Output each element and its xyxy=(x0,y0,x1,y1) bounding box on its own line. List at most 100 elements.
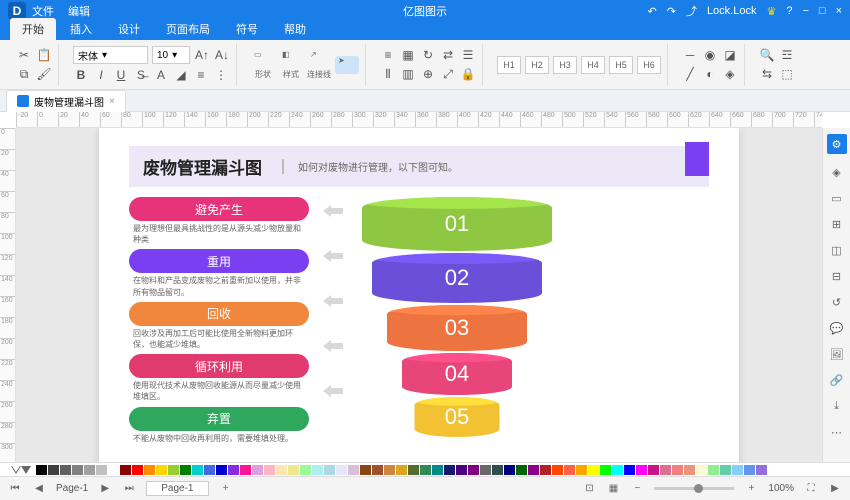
zoom-out-icon[interactable]: − xyxy=(630,482,644,496)
rotate-icon[interactable]: ↻ xyxy=(420,47,436,63)
connector-button[interactable]: ↗连接线 xyxy=(307,50,331,80)
heading-button[interactable]: H2 xyxy=(525,56,549,74)
color-swatch[interactable] xyxy=(324,465,335,475)
grid-icon[interactable]: ▦ xyxy=(606,482,620,496)
color-swatch[interactable] xyxy=(756,465,767,475)
item-pill[interactable]: 避免产生 xyxy=(129,197,309,221)
help-icon[interactable]: ? xyxy=(786,5,792,17)
page-icon[interactable]: ▭ xyxy=(829,190,845,206)
link-icon[interactable]: 🔗 xyxy=(829,372,845,388)
color-swatch[interactable] xyxy=(492,465,503,475)
order-icon[interactable]: ☰ xyxy=(460,47,476,63)
color-swatch[interactable] xyxy=(564,465,575,475)
color-swatch[interactable] xyxy=(720,465,731,475)
color-swatch[interactable] xyxy=(588,465,599,475)
fill-current-icon[interactable] xyxy=(21,466,31,474)
color-swatch[interactable] xyxy=(192,465,203,475)
minimize-icon[interactable]: − xyxy=(802,5,808,17)
align-left-icon[interactable]: ≡ xyxy=(380,47,396,63)
copy-icon[interactable]: ⧉ xyxy=(16,66,32,82)
present-icon[interactable]: ▶ xyxy=(828,482,842,496)
color-swatch[interactable] xyxy=(600,465,611,475)
ribbon-tab[interactable]: 符号 xyxy=(224,18,270,40)
color-swatch[interactable] xyxy=(120,465,131,475)
color-swatch[interactable] xyxy=(672,465,683,475)
zoom-slider[interactable] xyxy=(654,487,734,490)
color-swatch[interactable] xyxy=(384,465,395,475)
color-swatch[interactable] xyxy=(168,465,179,475)
color-swatch[interactable] xyxy=(636,465,647,475)
color-swatch[interactable] xyxy=(108,465,119,475)
italic-icon[interactable]: I xyxy=(93,67,109,83)
color-swatch[interactable] xyxy=(624,465,635,475)
bold-icon[interactable]: B xyxy=(73,67,89,83)
heading-button[interactable]: H5 xyxy=(609,56,633,74)
share-icon[interactable]: ⤴ xyxy=(686,3,697,19)
color-swatch[interactable] xyxy=(84,465,95,475)
fontsize-down-icon[interactable]: A↓ xyxy=(214,47,230,63)
menu-file[interactable]: 文件 xyxy=(32,3,54,19)
zoom-in-icon[interactable]: + xyxy=(744,482,758,496)
tab-close-icon[interactable]: × xyxy=(109,96,115,107)
heading-button[interactable]: H3 xyxy=(553,56,577,74)
layers-icon[interactable]: ☲ xyxy=(779,47,795,63)
heading-button[interactable]: H1 xyxy=(497,56,521,74)
flip-icon[interactable]: ⇄ xyxy=(440,47,456,63)
item-pill[interactable]: 回收 xyxy=(129,302,309,326)
color-swatch[interactable] xyxy=(312,465,323,475)
item-pill[interactable]: 循环利用 xyxy=(129,354,309,378)
color-swatch[interactable] xyxy=(516,465,527,475)
maximize-icon[interactable]: □ xyxy=(819,5,826,17)
strike-icon[interactable]: S̶ xyxy=(133,67,149,83)
color-swatch[interactable] xyxy=(336,465,347,475)
color-swatch[interactable] xyxy=(204,465,215,475)
size-select[interactable]: 10▾ xyxy=(152,46,190,64)
menu-edit[interactable]: 编辑 xyxy=(68,3,90,19)
settings-icon[interactable]: ⚙ xyxy=(827,134,847,154)
page-select[interactable]: Page-1 xyxy=(146,481,208,496)
paint-icon[interactable]: 🖌 xyxy=(36,66,52,82)
color-swatch[interactable] xyxy=(228,465,239,475)
item-pill[interactable]: 重用 xyxy=(129,249,309,273)
close-icon[interactable]: × xyxy=(836,5,842,17)
color-swatch[interactable] xyxy=(372,465,383,475)
history-icon[interactable]: ↺ xyxy=(829,294,845,310)
color-swatch[interactable] xyxy=(684,465,695,475)
color-swatch[interactable] xyxy=(408,465,419,475)
export-icon[interactable]: ⤓ xyxy=(829,398,845,414)
funnel-disc[interactable]: 03 xyxy=(387,305,527,351)
color-swatch[interactable] xyxy=(504,465,515,475)
color-swatch[interactable] xyxy=(696,465,707,475)
comment-icon[interactable]: 💬 xyxy=(829,320,845,336)
color-swatch[interactable] xyxy=(420,465,431,475)
list-icon[interactable]: ≡ xyxy=(193,67,209,83)
underline-icon[interactable]: U xyxy=(113,67,129,83)
color-swatch[interactable] xyxy=(276,465,287,475)
data-icon[interactable]: ⊟ xyxy=(829,268,845,284)
chart-icon[interactable]: ◫ xyxy=(829,242,845,258)
fullscreen-icon[interactable]: ⛶ xyxy=(804,482,818,496)
color-swatch[interactable] xyxy=(528,465,539,475)
ribbon-tab[interactable]: 插入 xyxy=(58,18,104,40)
color-swatch[interactable] xyxy=(468,465,479,475)
opacity-icon[interactable]: ◈ xyxy=(722,66,738,82)
font-select[interactable]: 宋体▾ xyxy=(73,46,148,64)
color-swatch[interactable] xyxy=(540,465,551,475)
ribbon-tab[interactable]: 帮助 xyxy=(272,18,318,40)
cursor-button[interactable]: ➤ xyxy=(335,56,359,74)
color-swatch[interactable] xyxy=(444,465,455,475)
crown-icon[interactable]: ♛ xyxy=(766,5,776,18)
funnel-disc[interactable]: 01 xyxy=(362,197,552,251)
nav-prev-icon[interactable]: ◀ xyxy=(32,482,46,496)
nofill-icon[interactable] xyxy=(6,466,16,474)
color-swatch[interactable] xyxy=(252,465,263,475)
color-swatch[interactable] xyxy=(36,465,47,475)
search-icon[interactable]: 🔍 xyxy=(759,47,775,63)
color-swatch[interactable] xyxy=(348,465,359,475)
gradient-icon[interactable]: ◐ xyxy=(702,66,718,82)
line-icon[interactable]: ─ xyxy=(682,47,698,63)
fontcolor-icon[interactable]: A xyxy=(153,67,169,83)
ribbon-tab[interactable]: 设计 xyxy=(106,18,152,40)
highlight-icon[interactable]: ◢ xyxy=(173,67,189,83)
fill-icon[interactable]: ◉ xyxy=(702,47,718,63)
